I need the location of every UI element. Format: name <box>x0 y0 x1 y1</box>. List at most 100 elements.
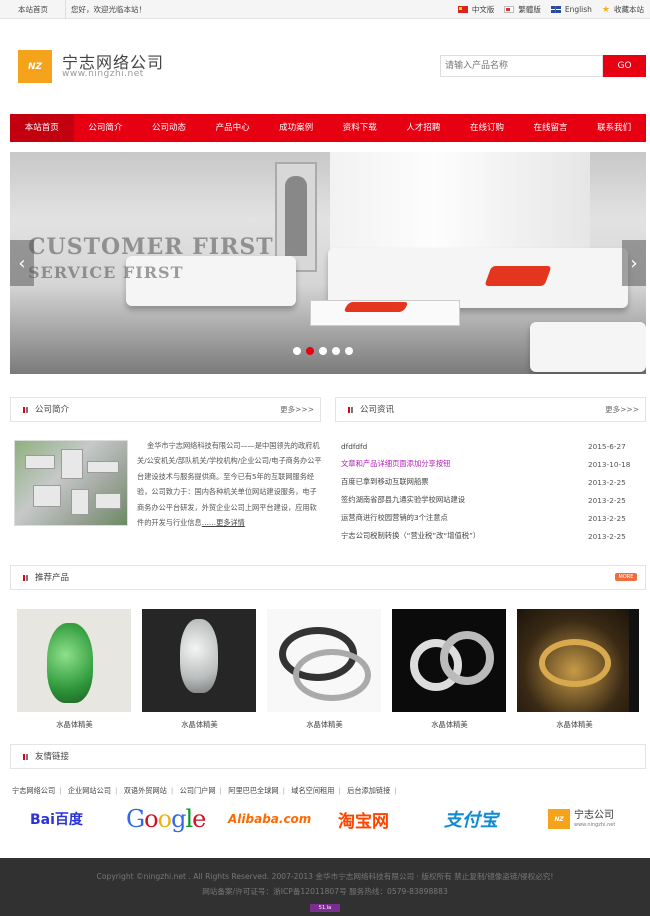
product-list: 水晶体精美 水晶体精美 水晶体精美 水晶体精美 水晶体精美 <box>17 609 632 730</box>
product-card[interactable]: 水晶体精美 <box>17 609 132 730</box>
news-item-title[interactable]: 百度已拿到移动互联网船票 <box>341 477 429 487</box>
ningzhi-logo-name: 宁志公司 <box>574 810 614 821</box>
banner-next-arrow-icon[interactable]: › <box>622 240 646 286</box>
news-item-date: 2013-2-25 <box>588 531 626 541</box>
nav-cases[interactable]: 成功案例 <box>264 114 328 142</box>
alibaba-logo[interactable]: Alibaba.com <box>228 802 311 836</box>
section-marker-icon <box>348 407 354 413</box>
section-marker-icon <box>23 407 29 413</box>
banner-pillow-image <box>484 266 552 286</box>
search-input[interactable] <box>440 55 603 77</box>
news-item-date: 2013-2-25 <box>588 513 626 523</box>
news-panel-header: 公司资讯 更多>>> <box>335 397 646 422</box>
nav-downloads[interactable]: 资料下载 <box>328 114 392 142</box>
nav-message[interactable]: 在线留言 <box>519 114 583 142</box>
news-item[interactable]: 运营商进行校园营销的3个注意点 2013-2-25 <box>341 509 646 527</box>
products-more-button[interactable]: MORE <box>615 573 637 581</box>
news-item-date: 2015-6-27 <box>588 441 626 451</box>
lang-english-link[interactable]: English <box>550 5 592 14</box>
baidu-logo[interactable]: Bai百度 <box>30 802 83 836</box>
friend-links: 宁志网络公司 | 企业网站公司 | 双语外贸网站 | 公司门户网 | 阿里巴巴全球网 | … <box>12 786 397 795</box>
friend-link[interactable]: 企业网站公司 <box>68 786 111 795</box>
uk-flag-icon <box>550 6 561 13</box>
friend-link[interactable]: 阿里巴巴全球网 <box>228 786 278 795</box>
product-caption[interactable]: 水晶体精美 <box>517 720 632 730</box>
news-item-title[interactable]: 签约湖南省邵县九通实验学校网站建设 <box>341 495 465 505</box>
taobao-logo[interactable]: 淘宝网 <box>338 802 389 836</box>
logo-mark[interactable]: NZ <box>18 50 52 83</box>
news-item[interactable]: 签约湖南省邵县九通实验学校网站建设 2013-2-25 <box>341 491 646 509</box>
product-caption[interactable]: 水晶体精美 <box>392 720 507 730</box>
news-item[interactable]: 文章和产品详细页面添加分享按钮 2013-10-18 <box>341 455 646 473</box>
banner-dot[interactable] <box>332 347 340 355</box>
lang-label: 繁體版 <box>518 5 541 14</box>
about-more-link[interactable]: 更多>>> <box>280 398 314 422</box>
news-item[interactable]: 宁志公司税制转换（“营业税”改“增值税”） 2013-2-25 <box>341 527 646 545</box>
lang-label: English <box>564 5 592 14</box>
news-item-title[interactable]: 文章和产品详细页面添加分享按钮 <box>341 459 450 469</box>
news-item[interactable]: dfdfdfd 2015-6-27 <box>341 437 646 455</box>
product-image[interactable] <box>17 609 131 712</box>
company-url: www.ningzhi.net <box>62 69 144 79</box>
nav-products[interactable]: 产品中心 <box>201 114 265 142</box>
google-logo[interactable]: Google <box>126 802 206 836</box>
bookmark-label: 收藏本站 <box>614 5 644 14</box>
friend-link[interactable]: 宁志网络公司 <box>12 786 55 795</box>
bookmark-link[interactable]: ★ 收藏本站 <box>602 4 644 15</box>
about-body: 金华市宁志网络科技有限公司——是中国领先的政府机关/公安机关/部队机关/学校机构… <box>137 441 322 528</box>
product-caption[interactable]: 水晶体精美 <box>142 720 257 730</box>
product-image-partial <box>629 609 639 712</box>
banner-subheadline: SERVICE FIRST <box>28 263 184 282</box>
ningzhi-logo[interactable]: NZ 宁志公司 www.ningzhi.net <box>548 802 615 836</box>
about-detail-link[interactable]: ……更多详情 <box>202 518 245 527</box>
banner-sofa-image <box>328 248 628 308</box>
news-item-date: 2013-2-25 <box>588 477 626 487</box>
friend-link[interactable]: 公司门户网 <box>180 786 216 795</box>
banner-dot[interactable] <box>293 347 301 355</box>
news-item-title[interactable]: 宁志公司税制转换（“营业税”改“增值税”） <box>341 531 480 541</box>
product-image[interactable] <box>392 609 506 712</box>
news-item[interactable]: 百度已拿到移动互联网船票 2013-2-25 <box>341 473 646 491</box>
about-title: 公司简介 <box>35 405 70 415</box>
banner-dot[interactable] <box>345 347 353 355</box>
banner-sofa-image <box>530 322 646 372</box>
welcome-text: 您好，欢迎光临本站！ <box>71 5 146 14</box>
news-more-link[interactable]: 更多>>> <box>605 398 639 422</box>
banner-dot-active[interactable] <box>306 347 314 355</box>
search-button[interactable]: GO <box>603 55 646 77</box>
product-card[interactable]: 水晶体精美 <box>142 609 257 730</box>
nav-jobs[interactable]: 人才招聘 <box>392 114 456 142</box>
news-item-date: 2013-2-25 <box>588 495 626 505</box>
section-marker-icon <box>23 575 29 581</box>
nav-about[interactable]: 公司简介 <box>74 114 138 142</box>
product-card[interactable]: 水晶体精美 <box>392 609 507 730</box>
banner-headline: CUSTOMER FIRST <box>28 234 274 260</box>
friend-link[interactable]: 双语外贸网站 <box>124 786 167 795</box>
nav-home[interactable]: 本站首页 <box>10 114 74 142</box>
alipay-logo[interactable]: 支付宝 <box>444 802 498 836</box>
links-panel-header: 友情链接 <box>10 744 646 769</box>
top-home-link[interactable]: 本站首页 <box>12 0 66 19</box>
hero-banner[interactable]: CUSTOMER FIRST SERVICE FIRST ‹ › <box>10 152 646 374</box>
lang-label: 中文版 <box>471 5 495 14</box>
product-image[interactable] <box>517 609 631 712</box>
lang-traditional-link[interactable]: 繁體版 <box>504 4 541 15</box>
product-image[interactable] <box>142 609 256 712</box>
friend-link[interactable]: 域名空间租用 <box>291 786 334 795</box>
product-image[interactable] <box>267 609 381 712</box>
friend-link[interactable]: 后台添加链接 <box>347 786 390 795</box>
stats-badge[interactable]: 51.la <box>310 904 340 912</box>
nav-order[interactable]: 在线订购 <box>455 114 519 142</box>
banner-dot[interactable] <box>319 347 327 355</box>
product-caption[interactable]: 水晶体精美 <box>17 720 132 730</box>
lang-chinese-link[interactable]: 中文版 <box>457 4 495 15</box>
product-card[interactable]: 水晶体精美 <box>517 609 632 730</box>
nav-contact[interactable]: 联系我们 <box>582 114 646 142</box>
nav-news[interactable]: 公司动态 <box>137 114 201 142</box>
news-item-title[interactable]: dfdfdfd <box>341 442 367 451</box>
language-switcher: 中文版 繁體版 English ★ 收藏本站 <box>457 0 644 19</box>
banner-prev-arrow-icon[interactable]: ‹ <box>10 240 34 286</box>
product-caption[interactable]: 水晶体精美 <box>267 720 382 730</box>
product-card[interactable]: 水晶体精美 <box>267 609 382 730</box>
news-item-title[interactable]: 运营商进行校园营销的3个注意点 <box>341 513 448 523</box>
